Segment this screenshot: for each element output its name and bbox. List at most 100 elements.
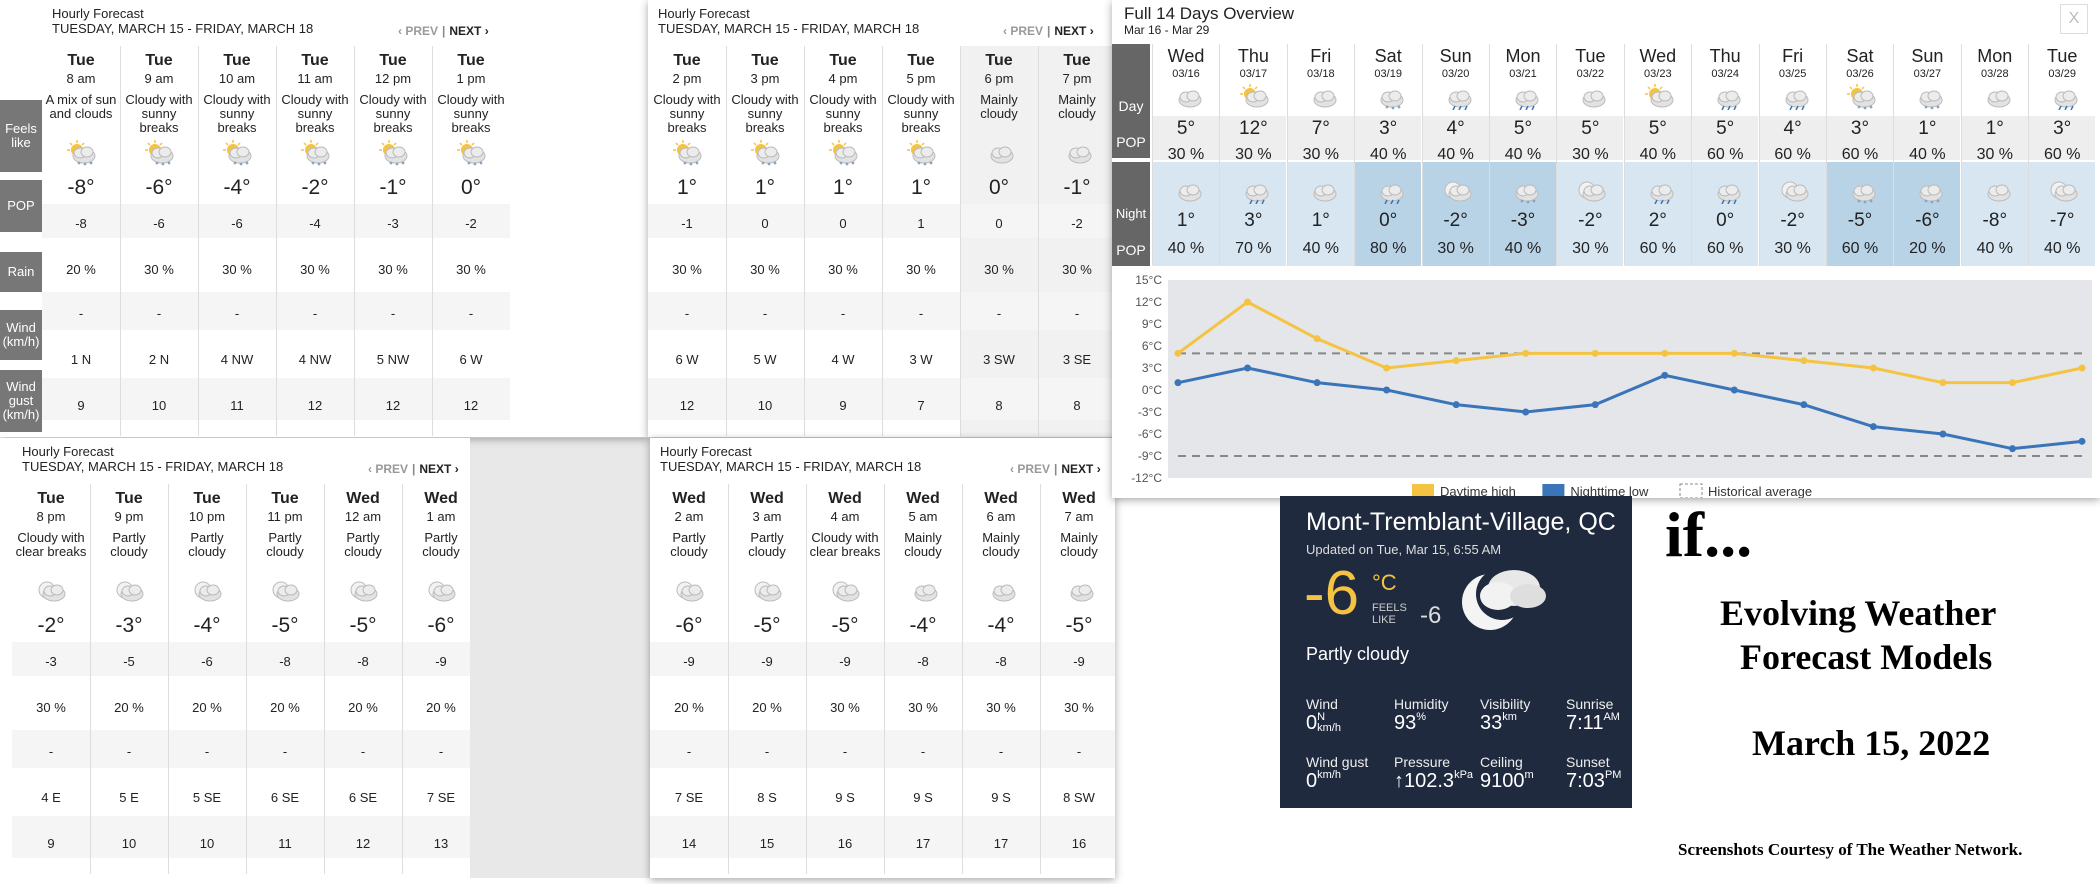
current-temp: -6 xyxy=(1304,559,1360,628)
y-tick-label: -6°C xyxy=(1138,427,1162,441)
hour-gust: 12 xyxy=(463,398,479,413)
hour-time: 9 am xyxy=(144,71,174,86)
overview-night-pop: 40 % xyxy=(1976,240,2014,257)
next-button[interactable]: NEXT › xyxy=(419,462,458,476)
cloud-rain-icon xyxy=(1240,178,1269,205)
hour-condition: Cloudy with sunny breaks xyxy=(203,92,271,135)
hour-feels: -6 xyxy=(201,654,213,669)
overview-low: 0° xyxy=(1379,210,1398,231)
hour-pop: 30 % xyxy=(828,262,858,277)
next-button[interactable]: NEXT › xyxy=(449,24,488,38)
overview-day-pop: 40 % xyxy=(1437,146,1474,163)
hour-gust: 15 xyxy=(759,836,775,851)
label-text: POP xyxy=(7,198,35,213)
hour-column: Tue 3 pm Cloudy with sunny breaks 1° 0 30 % - 5… xyxy=(726,46,804,437)
hour-condition: Mainly cloudy xyxy=(982,530,1020,559)
hour-pop: 20 % xyxy=(674,700,704,715)
hour-condition: Cloudy with sunny breaks xyxy=(887,92,955,135)
hour-day: Wed xyxy=(424,490,458,507)
close-button[interactable]: X xyxy=(2060,4,2088,34)
moon-cloud-icon xyxy=(2049,178,2078,202)
overview-night-pop: 30 % xyxy=(1437,240,1474,257)
overview-day-column[interactable]: Wed 03/16 5° 30 % 1° 40 % xyxy=(1152,44,1219,266)
hour-wind: 5 NW xyxy=(376,352,410,367)
overview-day-pop: 40 % xyxy=(1639,146,1677,163)
condition-text: Partly cloudy xyxy=(1306,644,1410,664)
overview-day-column[interactable]: Tue 03/29 3° 60 % -7° 40 % xyxy=(2028,44,2096,266)
hour-time: 10 pm xyxy=(188,509,226,524)
hour-rain: - xyxy=(360,744,366,759)
cloud-snow-icon xyxy=(1375,84,1404,110)
prev-button[interactable]: ‹ PREV xyxy=(1003,24,1043,38)
cloud-icon xyxy=(987,578,1017,604)
cloud-icon xyxy=(1577,84,1606,108)
overview-day-column[interactable]: Mon 03/21 5° 40 % -3° 40 % xyxy=(1489,44,1556,266)
hour-gust: 9 xyxy=(47,836,55,851)
prev-button[interactable]: ‹ PREV xyxy=(368,462,408,476)
prev-button[interactable]: ‹ PREV xyxy=(1010,462,1050,476)
hour-wind: 4 NW xyxy=(220,352,254,367)
series-point xyxy=(1522,408,1530,416)
moon-cloud-icon xyxy=(1443,178,1472,202)
overview-date: 03/19 xyxy=(1374,68,1402,80)
overview-low: 0° xyxy=(1716,210,1735,231)
slide-title-line1: Evolving Weather xyxy=(1720,593,1997,633)
hour-wind: 2 N xyxy=(148,352,170,367)
hour-pop: 30 % xyxy=(222,262,252,277)
stat-value: ↑102.3 xyxy=(1394,770,1455,792)
hour-temp: 0° xyxy=(460,176,482,199)
overview-day-column[interactable]: Fri 03/25 4° 60 % -2° 30 % xyxy=(1758,44,1826,266)
overview-high: 4° xyxy=(1446,118,1465,139)
stat-item: Ceiling 9100 m xyxy=(1480,754,1534,792)
hour-column: Tue 7 pm Mainly cloudy -1° -2 30 % - 3 SE 8 xyxy=(1038,46,1116,437)
overview-high: 5° xyxy=(1513,118,1533,139)
overview-day-column[interactable]: Sat 03/26 3° 60 % -5° 60 % xyxy=(1826,44,1893,266)
overview-day-column[interactable]: Sun 03/20 4° 40 % -2° 30 % xyxy=(1421,44,1489,266)
overview-day-column[interactable]: Mon 03/28 1° 30 % -8° 40 % xyxy=(1960,44,2028,266)
hour-pop: 30 % xyxy=(300,262,330,277)
series-point xyxy=(1869,423,1877,431)
hour-pop: 30 % xyxy=(986,700,1016,715)
hour-column: Wed 6 am Mainly cloudy -4° -8 30 % - 9 S 17 xyxy=(962,484,1040,878)
overview-day-column[interactable]: Thu 03/17 12° 30 % 3° 70 % xyxy=(1219,44,1287,266)
series-point xyxy=(1452,401,1460,409)
label-text: Wind gust (km/h) xyxy=(2,379,40,422)
hour-rain: - xyxy=(390,306,396,321)
overview-day-column[interactable]: Sat 03/19 3° 40 % 0° 80 % xyxy=(1354,44,1422,266)
next-button[interactable]: NEXT › xyxy=(1061,462,1100,476)
overview-dow: Mon xyxy=(1977,46,2013,66)
hour-column: Wed 2 am Partly cloudy -6° -9 20 % - 7 SE 14 xyxy=(650,484,728,878)
overview-title: Full 14 Days Overview xyxy=(1124,4,1295,23)
hour-temp: -3° xyxy=(115,614,143,637)
hour-gust: 17 xyxy=(993,836,1009,851)
overview-day-column[interactable]: Fri 03/18 7° 30 % 1° 40 % xyxy=(1286,44,1354,266)
overview-dow: Wed xyxy=(1167,46,1205,66)
hour-rain: - xyxy=(78,306,84,321)
overview-high: 12° xyxy=(1239,118,1268,139)
overview-day-column[interactable]: Thu 03/24 5° 60 % 0° 60 % xyxy=(1691,44,1759,266)
hour-temp: -2° xyxy=(37,614,65,637)
hour-time: 5 pm xyxy=(906,71,936,86)
hour-wind: 3 SW xyxy=(983,352,1015,367)
overview-day-column[interactable]: Wed 03/23 5° 40 % 2° 60 % xyxy=(1623,44,1691,266)
series-point xyxy=(1244,364,1252,372)
overview-day-column[interactable]: Sun 03/27 1° 40 % -6° 20 % xyxy=(1893,44,1961,266)
hour-feels: 0 xyxy=(995,216,1003,231)
series-point xyxy=(1452,357,1460,365)
prev-button[interactable]: ‹ PREV xyxy=(398,24,438,38)
next-button[interactable]: NEXT › xyxy=(1054,24,1093,38)
hour-time: 10 am xyxy=(218,71,256,86)
stat-label: Wind xyxy=(1306,696,1338,712)
stat-sub: km/h xyxy=(1317,722,1341,734)
hour-temp: -5° xyxy=(831,614,859,637)
hour-day: Tue xyxy=(673,52,701,69)
hour-wind: 7 SE xyxy=(426,790,456,805)
hour-column: Tue 11 pm Partly cloudy -5° -8 20 % - 6 SE 11 xyxy=(246,484,324,878)
overview-low: 1° xyxy=(1311,210,1330,231)
stat-value: 0 xyxy=(1306,770,1318,792)
hour-time: 5 am xyxy=(908,509,938,524)
hour-temp: -2° xyxy=(301,176,329,199)
hour-day: Tue xyxy=(829,52,857,69)
hour-wind: 6 SE xyxy=(270,790,300,805)
overview-day-column[interactable]: Tue 03/22 5° 30 % -2° 30 % xyxy=(1556,44,1624,266)
